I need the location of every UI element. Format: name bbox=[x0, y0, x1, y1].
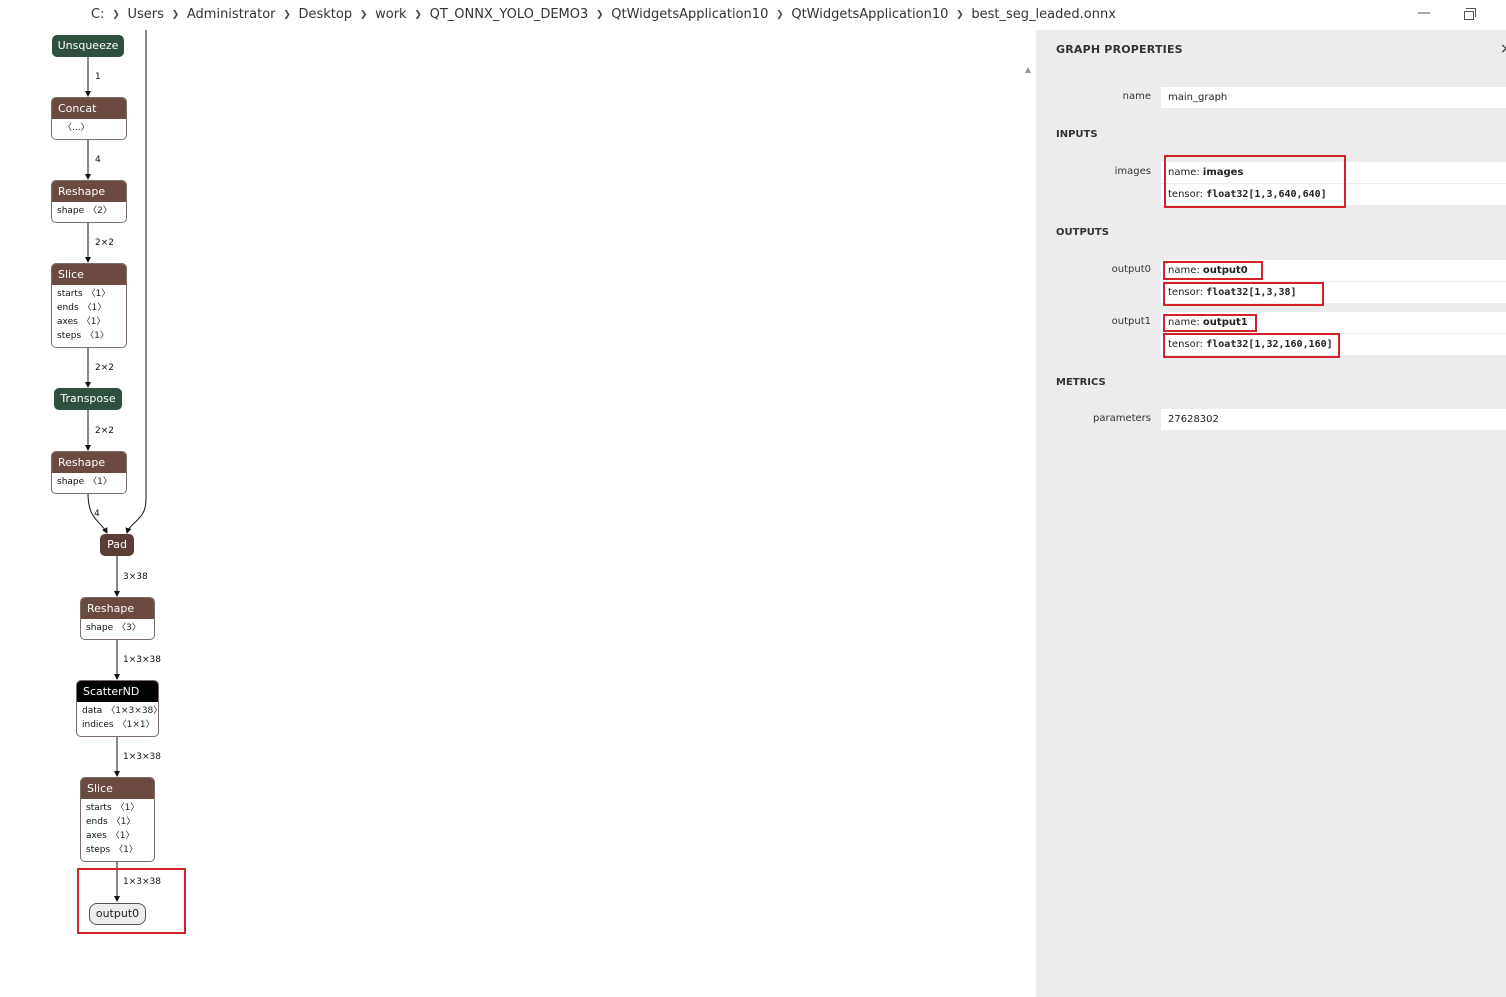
attr-name: starts bbox=[86, 803, 112, 813]
attr-value: 〈1〉 bbox=[114, 845, 138, 855]
scroll-up-arrow-icon[interactable]: ▲ bbox=[1023, 65, 1033, 74]
attr-value: 〈3〉 bbox=[117, 623, 141, 633]
attr-name: shape bbox=[57, 206, 85, 216]
highlight-box bbox=[1163, 261, 1263, 280]
attr-value: 〈1×1〉 bbox=[117, 720, 155, 730]
node-title: Slice bbox=[81, 778, 154, 799]
node-attr: 〈...〉 bbox=[63, 123, 90, 133]
node-reshape[interactable]: Reshape shape 〈1〉 bbox=[51, 451, 127, 494]
edge bbox=[125, 30, 147, 534]
section-inputs: INPUTS bbox=[1056, 129, 1098, 140]
edge-label: 4 bbox=[95, 155, 101, 165]
attr-name: steps bbox=[86, 845, 111, 855]
prop-label-output1: output1 bbox=[1111, 316, 1151, 327]
attr-name: steps bbox=[57, 331, 82, 341]
node-title: Reshape bbox=[81, 598, 154, 619]
edge-label: 2×2 bbox=[95, 238, 114, 248]
node-reshape[interactable]: Reshape shape 〈3〉 bbox=[80, 597, 155, 640]
edge-label: 2×2 bbox=[95, 363, 114, 373]
prop-label-parameters: parameters bbox=[1092, 413, 1151, 424]
node-slice[interactable]: Slice starts 〈1〉 ends 〈1〉 axes 〈1〉 steps 〈1〉 bbox=[80, 777, 155, 862]
edge-label: 4 bbox=[94, 509, 100, 519]
node-title: Slice bbox=[52, 264, 126, 285]
prop-label-images: images bbox=[1114, 166, 1151, 177]
section-outputs: OUTPUTS bbox=[1056, 227, 1109, 238]
breadcrumb-item-administrator[interactable]: Administrator bbox=[187, 7, 276, 22]
attr-value: 〈1〉 bbox=[115, 803, 140, 813]
breadcrumb-item-app2[interactable]: QtWidgetsApplication10 bbox=[791, 7, 948, 22]
attr-name: ends bbox=[57, 303, 79, 313]
chevron-right-icon: ❯ bbox=[596, 9, 604, 20]
attr-value: 〈1〉 bbox=[86, 289, 111, 299]
minimize-button[interactable]: — bbox=[1414, 3, 1434, 23]
node-title: Concat bbox=[52, 98, 126, 119]
breadcrumb: C: ❯ Users ❯ Administrator ❯ Desktop ❯ w… bbox=[91, 7, 1116, 22]
attr-value: 〈1〉 bbox=[85, 331, 109, 341]
attr-name: starts bbox=[57, 289, 83, 299]
chevron-right-icon: ❯ bbox=[283, 9, 291, 20]
breadcrumb-item-desktop[interactable]: Desktop bbox=[299, 7, 353, 22]
edge-label: 1×3×38 bbox=[123, 752, 161, 762]
breadcrumb-item-demo[interactable]: QT_ONNX_YOLO_DEMO3 bbox=[430, 7, 589, 22]
prop-value-parameters[interactable]: 27628302 bbox=[1161, 409, 1506, 430]
highlight-box bbox=[1163, 314, 1257, 332]
edge-label: 2×2 bbox=[95, 426, 114, 436]
attr-value: 〈1〉 bbox=[82, 303, 107, 313]
chevron-right-icon: ❯ bbox=[776, 9, 784, 20]
close-icon[interactable]: × bbox=[1500, 41, 1506, 57]
title-bar: C: ❯ Users ❯ Administrator ❯ Desktop ❯ w… bbox=[0, 0, 1506, 30]
chevron-right-icon: ❯ bbox=[956, 9, 964, 20]
attr-name: shape bbox=[57, 477, 85, 487]
section-metrics: METRICS bbox=[1056, 377, 1106, 388]
breadcrumb-item-file[interactable]: best_seg_leaded.onnx bbox=[971, 7, 1115, 22]
node-concat[interactable]: Concat 〈...〉 bbox=[51, 97, 127, 140]
breadcrumb-item-users[interactable]: Users bbox=[127, 7, 163, 22]
attr-value: 〈1〉 bbox=[81, 317, 106, 327]
chevron-right-icon: ❯ bbox=[359, 9, 368, 20]
attr-value: 〈1×3×38〉 bbox=[106, 706, 159, 716]
prop-label-output0: output0 bbox=[1111, 264, 1151, 275]
restore-icon bbox=[1464, 8, 1476, 20]
attr-value: 〈2〉 bbox=[88, 206, 112, 216]
node-unsqueeze[interactable]: Unsqueeze bbox=[52, 35, 124, 57]
attr-value: 〈1〉 bbox=[111, 817, 136, 827]
attr-name: indices bbox=[82, 720, 114, 730]
chevron-right-icon: ❯ bbox=[414, 9, 422, 20]
node-title: Reshape bbox=[52, 181, 126, 202]
edge-label: 1×3×38 bbox=[123, 655, 161, 665]
attr-name: ends bbox=[86, 817, 108, 827]
panel-title: GRAPH PROPERTIES bbox=[1056, 43, 1183, 56]
prop-label-name: name bbox=[1122, 91, 1151, 102]
restore-button[interactable] bbox=[1459, 3, 1479, 23]
chevron-right-icon: ❯ bbox=[112, 9, 120, 20]
attr-value: 〈1〉 bbox=[110, 831, 135, 841]
node-slice[interactable]: Slice starts 〈1〉 ends 〈1〉 axes 〈1〉 steps 〈1〉 bbox=[51, 263, 127, 348]
attr-name: axes bbox=[86, 831, 107, 841]
highlight-box bbox=[1163, 333, 1340, 358]
highlight-box bbox=[77, 868, 186, 934]
highlight-box bbox=[1164, 155, 1346, 208]
breadcrumb-item-drive[interactable]: C: bbox=[91, 7, 104, 22]
node-scatternd[interactable]: ScatterND data 〈1×3×38〉 indices 〈1×1〉 bbox=[76, 680, 159, 737]
attr-name: data bbox=[82, 706, 103, 716]
node-title: ScatterND bbox=[77, 681, 158, 702]
prop-value-name[interactable]: main_graph bbox=[1161, 87, 1506, 108]
graph-edges bbox=[85, 30, 147, 902]
breadcrumb-item-work[interactable]: work bbox=[375, 7, 406, 22]
highlight-box bbox=[1163, 282, 1324, 306]
breadcrumb-item-app1[interactable]: QtWidgetsApplication10 bbox=[611, 7, 768, 22]
edge-label: 1 bbox=[95, 72, 101, 82]
attr-name: axes bbox=[57, 317, 78, 327]
node-reshape[interactable]: Reshape shape 〈2〉 bbox=[51, 180, 127, 223]
node-pad[interactable]: Pad bbox=[100, 534, 134, 556]
graph-canvas[interactable]: Unsqueeze 1 Concat 〈...〉 4 Reshape shape… bbox=[0, 30, 1036, 997]
chevron-right-icon: ❯ bbox=[171, 9, 180, 20]
attr-name: shape bbox=[86, 623, 114, 633]
attr-value: 〈1〉 bbox=[88, 477, 112, 487]
edge-label: 3×38 bbox=[123, 572, 148, 582]
node-transpose[interactable]: Transpose bbox=[54, 388, 122, 410]
node-title: Reshape bbox=[52, 452, 126, 473]
